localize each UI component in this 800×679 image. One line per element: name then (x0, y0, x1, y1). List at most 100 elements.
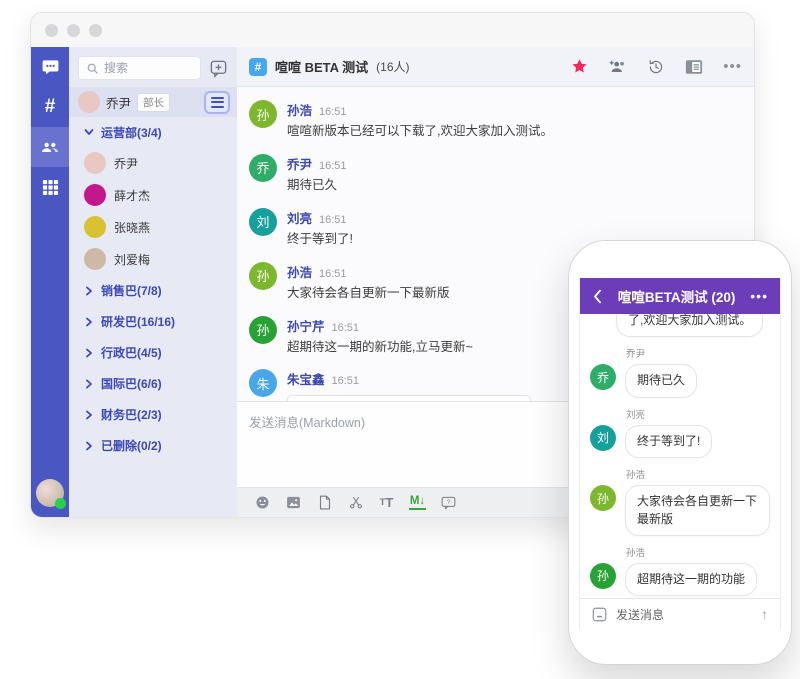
message-text: 超期待这一期的新功能,立马更新~ (287, 339, 473, 356)
group-row-expanded[interactable]: 运营部(3/4) (69, 117, 237, 147)
message-sender[interactable]: 朱宝鑫 (287, 369, 325, 388)
chat-message: 孙 孙浩 16:51 喧喧新版本已经可以下载了,欢迎大家加入测试。 (237, 93, 754, 147)
message-bubble[interactable]: 大家待会各自更新一下最新版 (625, 485, 770, 536)
chevron-right-icon (84, 348, 94, 358)
phone-chat-title: 喧喧BETA测试 (20) (603, 286, 750, 306)
emoji-icon[interactable] (247, 495, 278, 510)
message-sender[interactable]: 孙浩 (287, 100, 312, 119)
group-row-collapsed[interactable]: 财务巴(2/3) (69, 399, 237, 430)
member-row[interactable]: 刘爱梅 (69, 243, 237, 275)
phone-message-list[interactable]: 了,欢迎大家加入测试。 乔尹 乔 期待已久 刘亮 刘 终于等到了! 孙浩 孙 大… (580, 314, 780, 598)
message-bubble[interactable]: 了,欢迎大家加入测试。 (616, 314, 763, 337)
nav-apps[interactable] (31, 167, 69, 207)
message-bubble[interactable]: 超期待这一期的功能 (625, 563, 757, 596)
message-time: 16:51 (319, 268, 347, 280)
message-time: 16:51 (319, 214, 347, 226)
avatar[interactable]: 孙 (249, 262, 277, 290)
message-time: 16:51 (319, 106, 347, 118)
avatar[interactable]: 刘 (249, 208, 277, 236)
history-icon[interactable] (647, 58, 665, 76)
message-sender[interactable]: 乔尹 (287, 154, 312, 173)
message-bubble[interactable]: 终于等到了! (625, 425, 712, 458)
add-member-icon[interactable] (608, 57, 627, 76)
chat-header: # 喧喧 BETA 测试 (16人) ••• (237, 47, 754, 87)
new-chat-button[interactable] (209, 59, 228, 78)
chat-message: 乔 乔尹 16:51 期待已久 (237, 147, 754, 201)
group-row-collapsed[interactable]: 已删除(0/2) (69, 430, 237, 461)
group-row-collapsed[interactable]: 国际巴(6/6) (69, 368, 237, 399)
nav-contacts[interactable] (31, 127, 69, 167)
feedback-icon[interactable]: ? (433, 496, 464, 510)
phone-message: 孙浩 孙 大家待会各自更新一下最新版 (590, 467, 770, 536)
window-control-dot[interactable] (89, 24, 102, 37)
svg-text:?: ? (447, 498, 451, 505)
current-user-avatar[interactable] (36, 479, 64, 507)
markdown-icon[interactable]: M↓ (402, 495, 433, 510)
avatar[interactable]: 孙 (590, 563, 616, 589)
member-row[interactable]: 乔尹 (69, 147, 237, 179)
avatar[interactable]: 乔 (249, 154, 277, 182)
search-input[interactable] (78, 56, 201, 80)
more-icon[interactable]: ••• (723, 59, 742, 74)
star-icon[interactable] (571, 58, 588, 75)
file-icon[interactable] (309, 495, 340, 510)
window-control-dot[interactable] (67, 24, 80, 37)
member-name: 乔尹 (114, 155, 138, 172)
avatar[interactable]: 孙 (249, 100, 277, 128)
message-time: 16:51 (332, 322, 360, 334)
message-sender[interactable]: 孙浩 (287, 262, 312, 281)
avatar[interactable]: 孙 (590, 485, 616, 511)
message-bubble[interactable]: 期待已久 (625, 364, 697, 397)
group-label: 财务巴(2/3) (101, 406, 162, 423)
group-row-collapsed[interactable]: 行政巴(4/5) (69, 337, 237, 368)
search-field[interactable] (104, 61, 174, 75)
member-count: (16人) (376, 58, 409, 75)
phone-message: 孙浩 孙 超期待这一期的功能 (590, 545, 770, 596)
phone-input-placeholder: 发送消息 (616, 606, 752, 623)
window-titlebar[interactable] (31, 13, 754, 47)
channel-hash-icon: # (249, 58, 267, 76)
avatar (84, 184, 106, 206)
group-row-collapsed[interactable]: 研发巴(16/16) (69, 306, 237, 337)
scissors-icon[interactable] (340, 495, 371, 510)
phone-screen: 喧喧BETA测试 (20) ••• 了,欢迎大家加入测试。 乔尹 乔 期待已久 … (579, 278, 781, 629)
role-badge: 部长 (137, 93, 170, 112)
menu-button[interactable] (204, 91, 230, 114)
avatar[interactable]: 孙 (249, 316, 277, 344)
member-row[interactable]: 张晓燕 (69, 211, 237, 243)
emoji-icon[interactable] (592, 607, 607, 622)
avatar[interactable]: 刘 (590, 425, 616, 451)
avatar[interactable]: 朱 (249, 369, 277, 397)
contacts-panel: 乔尹 部长 运营部(3/4) 乔尹 薛才杰 张晓燕 刘爱梅 销售巴(7/8) (69, 47, 237, 517)
window-control-dot[interactable] (45, 24, 58, 37)
phone-chat-header: 喧喧BETA测试 (20) ••• (580, 278, 780, 314)
more-icon[interactable]: ••• (750, 288, 768, 304)
message-sender[interactable]: 孙宁芹 (287, 316, 325, 335)
phone-sender-name: 刘亮 (626, 407, 770, 421)
online-status-dot (55, 498, 66, 509)
phone-mockup: 喧喧BETA测试 (20) ••• 了,欢迎大家加入测试。 乔尹 乔 期待已久 … (568, 240, 792, 665)
message-sender[interactable]: 刘亮 (287, 208, 312, 227)
phone-message-input[interactable]: 发送消息 ↑ (580, 598, 780, 629)
nav-chats[interactable] (31, 47, 69, 87)
phone-sender-name: 乔尹 (626, 346, 770, 360)
my-profile-row[interactable]: 乔尹 部长 (69, 87, 237, 117)
nav-channels[interactable]: # (31, 87, 69, 127)
chat-title: 喧喧 BETA 测试 (275, 57, 368, 76)
image-icon[interactable] (278, 495, 309, 510)
text-format-icon[interactable]: TT (371, 495, 402, 510)
send-up-icon[interactable]: ↑ (761, 606, 768, 622)
member-row[interactable]: 薛才杰 (69, 179, 237, 211)
avatar (84, 152, 106, 174)
avatar (78, 91, 100, 113)
group-row-collapsed[interactable]: 销售巴(7/8) (69, 275, 237, 306)
avatar (84, 216, 106, 238)
back-icon[interactable] (592, 289, 603, 304)
group-label: 行政巴(4/5) (101, 344, 162, 361)
chevron-right-icon (84, 410, 94, 420)
message-text: 终于等到了! (287, 231, 353, 248)
avatar (84, 248, 106, 270)
avatar[interactable]: 乔 (590, 364, 616, 390)
group-label: 研发巴(16/16) (101, 313, 175, 330)
panel-icon[interactable] (685, 59, 703, 75)
